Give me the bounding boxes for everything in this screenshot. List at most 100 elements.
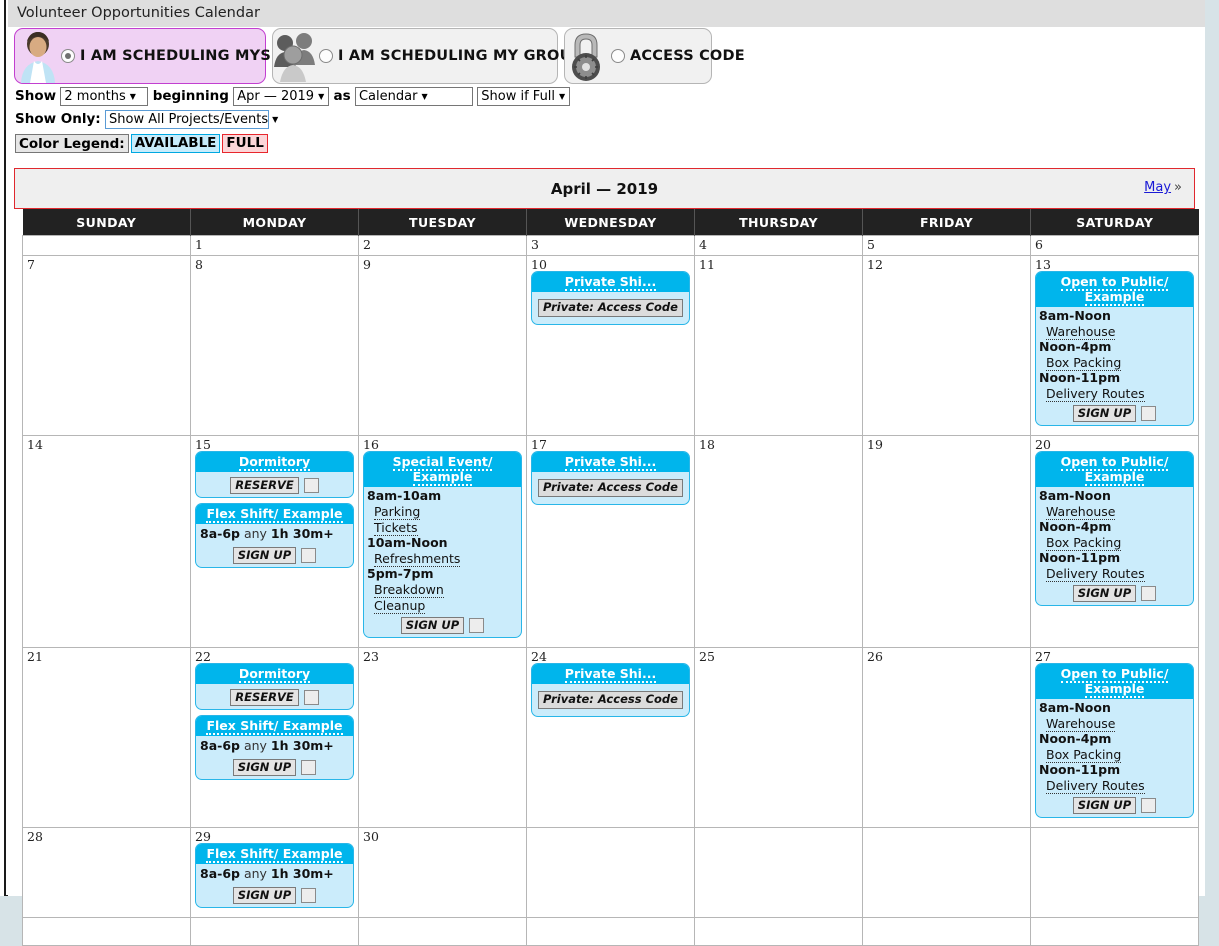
event-job-link[interactable]: Warehouse [1046,716,1116,732]
calendar-day-cell[interactable]: 18 [694,435,863,648]
sign-up-button[interactable]: SIGN UP [1072,797,1137,814]
private-access-code-button[interactable]: Private: Access Code [538,691,683,709]
event-title-bar[interactable]: Open to Public/ Example [1036,664,1193,699]
calendar-day-cell[interactable]: 10 Private Shi... Private: Access Code [526,255,695,436]
event-title-bar[interactable]: Flex Shift/ Example [196,504,353,524]
sign-up-button[interactable]: SIGN UP [1072,585,1137,602]
event-select-checkbox[interactable] [1141,406,1157,421]
sign-up-button[interactable]: SIGN UP [232,887,297,904]
duration-select[interactable]: 2 months ▼ [60,86,149,106]
mode-tab-access-code[interactable]: ACCESS CODE [564,28,745,84]
beginning-month-select[interactable]: Apr — 2019 ▼ [233,86,330,106]
calendar-day-cell[interactable]: 25 [694,647,863,828]
event-title-bar[interactable]: Private Shi... [532,452,689,472]
mode-radio-access-code[interactable] [611,49,625,63]
event-select-checkbox[interactable] [301,760,317,775]
event-title-bar[interactable]: Open to Public/ Example [1036,452,1193,487]
mode-tab-scheduling-group[interactable]: I AM SCHEDULING MY GROUP [272,28,582,84]
calendar-day-cell[interactable]: 29 Flex Shift/ Example 8a-6p any 1h 30m+ SI… [190,827,359,918]
calendar-day-cell[interactable]: 4 [694,235,863,256]
fullness-filter-select[interactable]: Show if Full ▼ [477,86,571,106]
calendar-day-cell[interactable]: 9 [358,255,527,436]
calendar-day-cell[interactable]: 16 Special Event/ Example 8am-10am Parking T… [358,435,527,648]
calendar-day-cell[interactable] [694,917,863,946]
mode-radio-scheduling-myself[interactable] [61,49,75,63]
calendar-day-cell[interactable]: 14 [22,435,191,648]
mode-radio-scheduling-group[interactable] [319,49,333,63]
calendar-day-cell[interactable]: 13 Open to Public/ Example 8am-Noon Warehou… [1030,255,1199,436]
calendar-day-cell[interactable] [22,235,191,256]
event-card[interactable]: Open to Public/ Example 8am-Noon Warehouse… [1035,271,1194,426]
event-select-checkbox[interactable] [1141,586,1157,601]
event-card[interactable]: Private Shi... Private: Access Code [531,451,690,505]
calendar-day-cell[interactable] [862,827,1031,918]
event-card[interactable]: Flex Shift/ Example 8a-6p any 1h 30m+ SIGN… [195,843,354,908]
sign-up-button[interactable]: SIGN UP [232,759,297,776]
private-access-code-button[interactable]: Private: Access Code [538,299,683,317]
event-title-bar[interactable]: Special Event/ Example [364,452,521,487]
event-job-link[interactable]: Delivery Routes [1046,778,1145,794]
calendar-day-cell[interactable]: 8 [190,255,359,436]
calendar-day-cell[interactable]: 27 Open to Public/ Example 8am-Noon Warehou… [1030,647,1199,828]
sign-up-button[interactable]: SIGN UP [1072,405,1137,422]
calendar-day-cell[interactable]: 1 [190,235,359,256]
calendar-day-cell[interactable]: 30 [358,827,527,918]
calendar-day-cell[interactable]: 23 [358,647,527,828]
event-card[interactable]: Flex Shift/ Example 8a-6p any 1h 30m+ SIGN… [195,503,354,568]
event-select-checkbox[interactable] [303,478,319,493]
sign-up-button[interactable]: SIGN UP [232,547,297,564]
calendar-day-cell[interactable]: 19 [862,435,1031,648]
project-filter-select[interactable]: Show All Projects/Events ▼ [105,109,278,129]
event-select-checkbox[interactable] [1141,798,1157,813]
calendar-day-cell[interactable] [694,827,863,918]
event-card[interactable]: Open to Public/ Example 8am-Noon Warehouse… [1035,663,1194,818]
calendar-day-cell[interactable] [358,917,527,946]
calendar-day-cell[interactable]: 15 Dormitory RESERVE Flex Shift/ Example 8a-… [190,435,359,648]
calendar-day-cell[interactable]: 2 [358,235,527,256]
calendar-day-cell[interactable]: 21 [22,647,191,828]
event-job-link[interactable]: Parking [374,504,421,520]
calendar-day-cell[interactable] [1030,827,1199,918]
calendar-day-cell[interactable]: 11 [694,255,863,436]
event-card[interactable]: Flex Shift/ Example 8a-6p any 1h 30m+ SIGN… [195,715,354,780]
event-job-link[interactable]: Warehouse [1046,504,1116,520]
event-card[interactable]: Special Event/ Example 8am-10am Parking Tic… [363,451,522,638]
reserve-button[interactable]: RESERVE [230,689,299,706]
event-card[interactable]: Dormitory RESERVE [195,451,354,498]
event-job-link[interactable]: Box Packing [1046,535,1122,551]
calendar-day-cell[interactable] [526,917,695,946]
event-job-link[interactable]: Cleanup [374,598,426,614]
event-title-bar[interactable]: Private Shi... [532,272,689,292]
event-select-checkbox[interactable] [301,548,317,563]
event-title-bar[interactable]: Dormitory [196,452,353,472]
event-select-checkbox[interactable] [303,690,319,705]
event-select-checkbox[interactable] [469,618,485,633]
calendar-day-cell[interactable] [526,827,695,918]
event-job-link[interactable]: Box Packing [1046,747,1122,763]
mode-tab-scheduling-myself[interactable]: I AM SCHEDULING MYSELF [14,28,300,84]
event-job-link[interactable]: Tickets [374,520,418,536]
event-job-link[interactable]: Breakdown [374,582,444,598]
event-select-checkbox[interactable] [301,888,317,903]
event-card[interactable]: Dormitory RESERVE [195,663,354,710]
event-job-link[interactable]: Warehouse [1046,324,1116,340]
event-title-bar[interactable]: Flex Shift/ Example [196,844,353,864]
calendar-day-cell[interactable] [862,917,1031,946]
calendar-day-cell[interactable]: 20 Open to Public/ Example 8am-Noon Warehou… [1030,435,1199,648]
view-mode-select[interactable]: Calendar ▼ [354,86,473,106]
event-job-link[interactable]: Delivery Routes [1046,386,1145,402]
event-card[interactable]: Private Shi... Private: Access Code [531,663,690,717]
calendar-day-cell[interactable]: 22 Dormitory RESERVE Flex Shift/ Example 8a-… [190,647,359,828]
event-card[interactable]: Private Shi... Private: Access Code [531,271,690,325]
calendar-day-cell[interactable] [190,917,359,946]
calendar-day-cell[interactable]: 3 [526,235,695,256]
calendar-day-cell[interactable]: 12 [862,255,1031,436]
event-title-bar[interactable]: Flex Shift/ Example [196,716,353,736]
event-job-link[interactable]: Box Packing [1046,355,1122,371]
event-title-bar[interactable]: Private Shi... [532,664,689,684]
calendar-day-cell[interactable]: 6 [1030,235,1199,256]
event-job-link[interactable]: Refreshments [374,551,461,567]
calendar-day-cell[interactable]: 26 [862,647,1031,828]
event-card[interactable]: Open to Public/ Example 8am-Noon Warehouse… [1035,451,1194,606]
reserve-button[interactable]: RESERVE [230,477,299,494]
